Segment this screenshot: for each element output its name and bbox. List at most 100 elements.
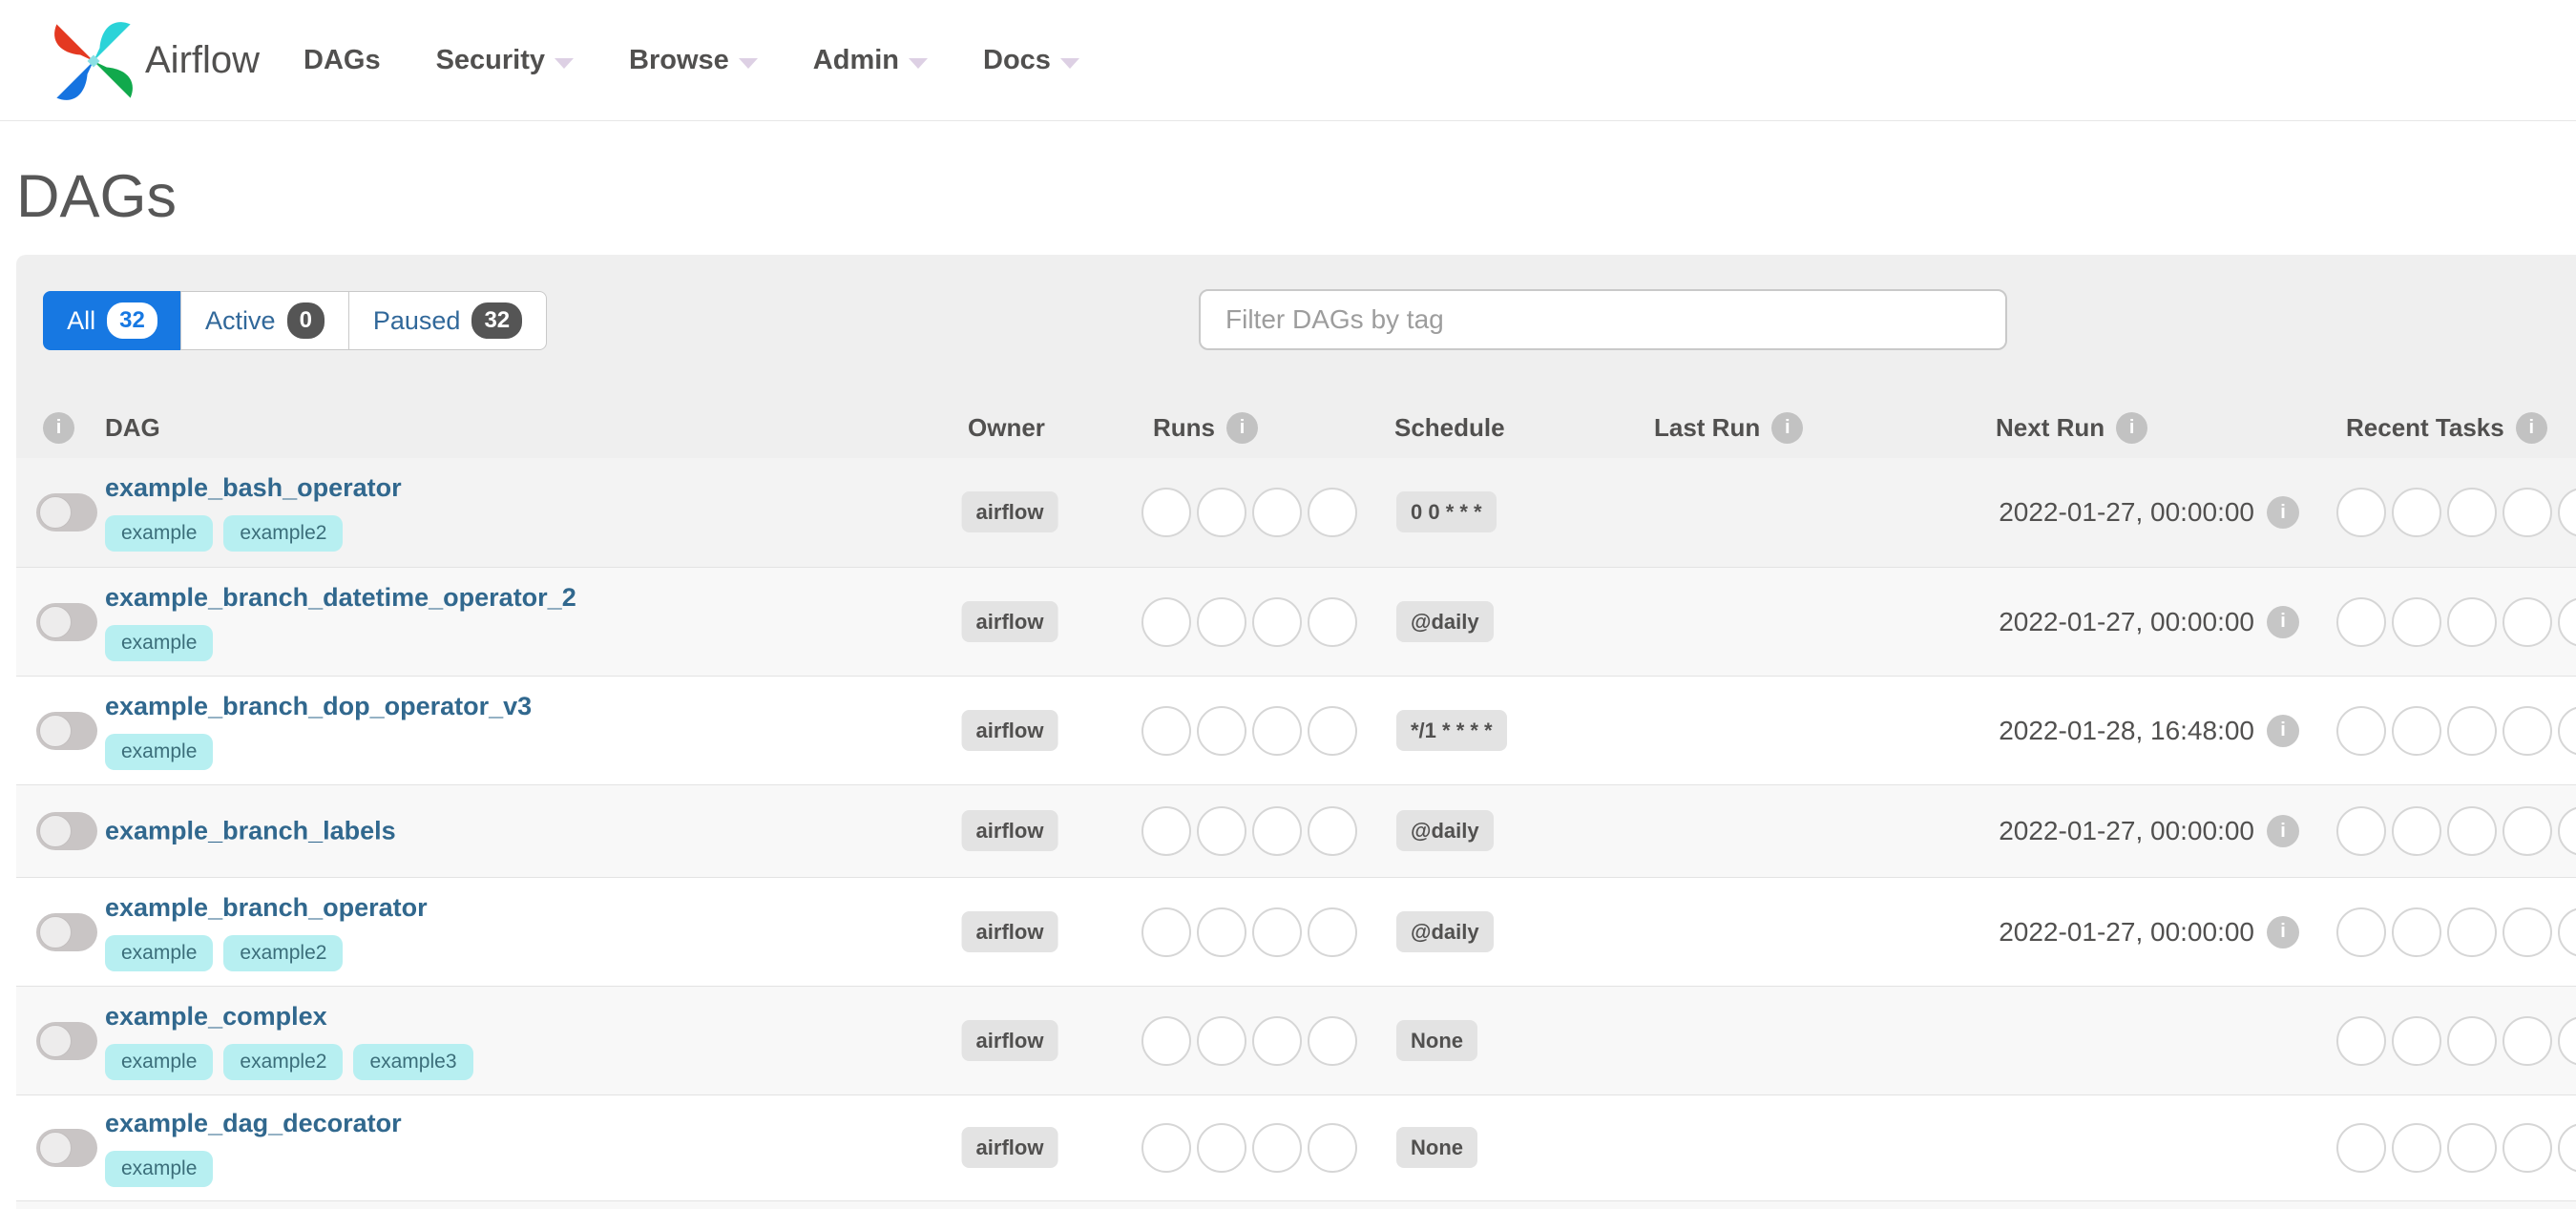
dag-link[interactable]: example_bash_operator bbox=[105, 473, 402, 503]
task-status-circle[interactable] bbox=[1308, 596, 1357, 647]
task-status-circle[interactable] bbox=[2447, 488, 2497, 537]
schedule-badge[interactable]: */1 * * * * bbox=[1396, 709, 1507, 751]
task-status-circle[interactable] bbox=[2503, 1015, 2552, 1066]
task-status-circle[interactable] bbox=[2447, 1015, 2497, 1066]
dag-tag[interactable]: example3 bbox=[353, 1043, 473, 1080]
task-status-circle[interactable] bbox=[2558, 806, 2576, 856]
dag-link[interactable]: example_branch_operator bbox=[105, 893, 428, 923]
task-status-circle[interactable] bbox=[1197, 907, 1246, 957]
pause-toggle[interactable] bbox=[36, 602, 97, 641]
info-icon[interactable]: i bbox=[2267, 714, 2299, 747]
task-status-circle[interactable] bbox=[2447, 705, 2497, 756]
column-schedule[interactable]: Schedule bbox=[1394, 398, 1505, 458]
task-status-circle[interactable] bbox=[2558, 488, 2576, 537]
pause-toggle[interactable] bbox=[36, 493, 97, 532]
dag-tag[interactable]: example bbox=[105, 733, 214, 770]
info-icon[interactable]: i bbox=[2515, 412, 2547, 444]
pause-toggle[interactable] bbox=[36, 1129, 97, 1167]
dag-link[interactable]: example_complex bbox=[105, 1002, 473, 1032]
task-status-circle[interactable] bbox=[2336, 596, 2386, 647]
schedule-badge[interactable]: @daily bbox=[1396, 910, 1494, 952]
task-status-circle[interactable] bbox=[1141, 596, 1191, 647]
info-icon[interactable]: i bbox=[2267, 605, 2299, 638]
task-status-circle[interactable] bbox=[2503, 488, 2552, 537]
task-status-circle[interactable] bbox=[1141, 488, 1191, 537]
schedule-badge[interactable]: @daily bbox=[1396, 810, 1494, 851]
task-status-circle[interactable] bbox=[1197, 1123, 1246, 1173]
dag-tag[interactable]: example bbox=[105, 1151, 214, 1187]
task-status-circle[interactable] bbox=[1308, 907, 1357, 957]
task-status-circle[interactable] bbox=[1308, 1015, 1357, 1066]
task-status-circle[interactable] bbox=[2503, 1123, 2552, 1173]
pause-toggle[interactable] bbox=[36, 711, 97, 750]
dag-tag[interactable]: example bbox=[105, 624, 214, 661]
task-status-circle[interactable] bbox=[1197, 1015, 1246, 1066]
task-status-circle[interactable] bbox=[2392, 1123, 2441, 1173]
task-status-circle[interactable] bbox=[1308, 705, 1357, 756]
task-status-circle[interactable] bbox=[2503, 806, 2552, 856]
task-status-circle[interactable] bbox=[2447, 806, 2497, 856]
column-owner[interactable]: Owner bbox=[968, 398, 1045, 458]
nav-item[interactable]: Browse bbox=[629, 45, 758, 76]
dag-tag[interactable]: example bbox=[105, 1043, 214, 1080]
info-icon[interactable]: i bbox=[2267, 815, 2299, 847]
pause-toggle[interactable] bbox=[36, 812, 97, 850]
info-icon[interactable]: i bbox=[1771, 412, 1804, 444]
nav-item[interactable]: Docs bbox=[983, 45, 1079, 76]
task-status-circle[interactable] bbox=[1252, 1123, 1302, 1173]
column-recent-tasks[interactable]: Recent Tasks i bbox=[2346, 398, 2547, 458]
column-dag[interactable]: DAG bbox=[105, 398, 160, 458]
task-status-circle[interactable] bbox=[1252, 1015, 1302, 1066]
task-status-circle[interactable] bbox=[1252, 705, 1302, 756]
nav-item[interactable]: Security bbox=[436, 45, 575, 76]
task-status-circle[interactable] bbox=[1252, 907, 1302, 957]
schedule-badge[interactable]: @daily bbox=[1396, 600, 1494, 642]
dag-link[interactable]: example_branch_labels bbox=[105, 817, 396, 846]
schedule-badge[interactable]: None bbox=[1396, 1019, 1477, 1061]
info-icon[interactable]: i bbox=[2116, 412, 2148, 444]
task-status-circle[interactable] bbox=[1308, 488, 1357, 537]
task-status-circle[interactable] bbox=[1197, 705, 1246, 756]
task-status-circle[interactable] bbox=[2392, 1015, 2441, 1066]
task-status-circle[interactable] bbox=[1141, 705, 1191, 756]
task-status-circle[interactable] bbox=[1141, 907, 1191, 957]
column-next-run[interactable]: Next Run i bbox=[1996, 398, 2148, 458]
task-status-circle[interactable] bbox=[2503, 907, 2552, 957]
task-status-circle[interactable] bbox=[2447, 907, 2497, 957]
task-status-circle[interactable] bbox=[1141, 1123, 1191, 1173]
task-status-circle[interactable] bbox=[2392, 907, 2441, 957]
dag-tag[interactable]: example2 bbox=[223, 934, 344, 971]
task-status-circle[interactable] bbox=[1308, 806, 1357, 856]
pause-toggle[interactable] bbox=[36, 912, 97, 951]
task-status-circle[interactable] bbox=[2503, 705, 2552, 756]
task-status-circle[interactable] bbox=[2336, 1015, 2386, 1066]
column-runs[interactable]: Runs i bbox=[1153, 398, 1258, 458]
task-status-circle[interactable] bbox=[2336, 705, 2386, 756]
task-status-circle[interactable] bbox=[2447, 1123, 2497, 1173]
task-status-circle[interactable] bbox=[2392, 488, 2441, 537]
nav-item[interactable]: Admin bbox=[813, 45, 929, 76]
task-status-circle[interactable] bbox=[2558, 907, 2576, 957]
task-status-circle[interactable] bbox=[2336, 488, 2386, 537]
task-status-circle[interactable] bbox=[2558, 1015, 2576, 1066]
dag-tag[interactable]: example2 bbox=[223, 1043, 344, 1080]
task-status-circle[interactable] bbox=[2392, 806, 2441, 856]
info-icon[interactable]: i bbox=[1226, 412, 1258, 444]
task-status-circle[interactable] bbox=[2447, 596, 2497, 647]
schedule-badge[interactable]: None bbox=[1396, 1127, 1477, 1168]
dag-tag[interactable]: example bbox=[105, 515, 214, 552]
tab-active[interactable]: Active 0 bbox=[180, 291, 349, 350]
nav-item[interactable]: DAGs bbox=[304, 45, 381, 76]
task-status-circle[interactable] bbox=[2558, 1123, 2576, 1173]
task-status-circle[interactable] bbox=[1308, 1123, 1357, 1173]
airflow-brand[interactable]: Airflow bbox=[50, 0, 260, 121]
tab-all[interactable]: All 32 bbox=[43, 291, 181, 350]
pause-toggle[interactable] bbox=[36, 1021, 97, 1060]
tab-paused[interactable]: Paused 32 bbox=[348, 291, 547, 350]
dag-tag[interactable]: example2 bbox=[223, 515, 344, 552]
info-icon[interactable]: i bbox=[43, 412, 74, 444]
task-status-circle[interactable] bbox=[2503, 596, 2552, 647]
dag-link[interactable]: example_dag_decorator bbox=[105, 1109, 402, 1138]
info-icon[interactable]: i bbox=[2267, 915, 2299, 948]
column-last-run[interactable]: Last Run i bbox=[1654, 398, 1804, 458]
